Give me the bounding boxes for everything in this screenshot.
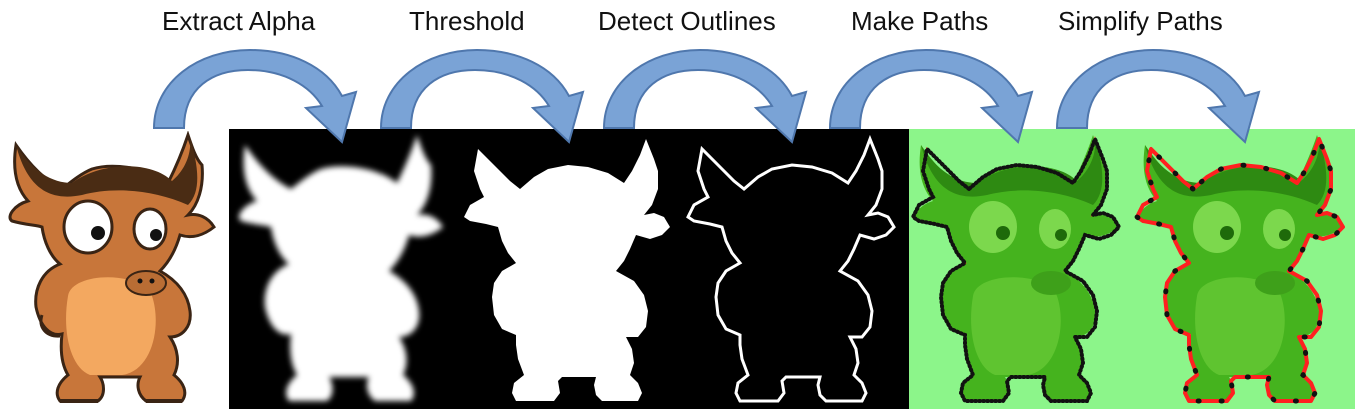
simplified-paths-image bbox=[1131, 135, 1355, 409]
gnu-mascot-icon bbox=[8, 133, 216, 403]
step-label-make-paths: Make Paths bbox=[851, 6, 989, 36]
outline-image bbox=[686, 137, 896, 403]
step-label-threshold: Threshold bbox=[409, 6, 525, 36]
step-label-simplify-paths: Simplify Paths bbox=[1058, 6, 1223, 36]
paths-image bbox=[911, 135, 1121, 403]
step-label-detect-outlines: Detect Outlines bbox=[598, 6, 776, 36]
step-label-extract-alpha: Extract Alpha bbox=[162, 6, 316, 36]
threshold-mask-image bbox=[464, 139, 670, 401]
alpha-mask-image bbox=[238, 135, 443, 401]
